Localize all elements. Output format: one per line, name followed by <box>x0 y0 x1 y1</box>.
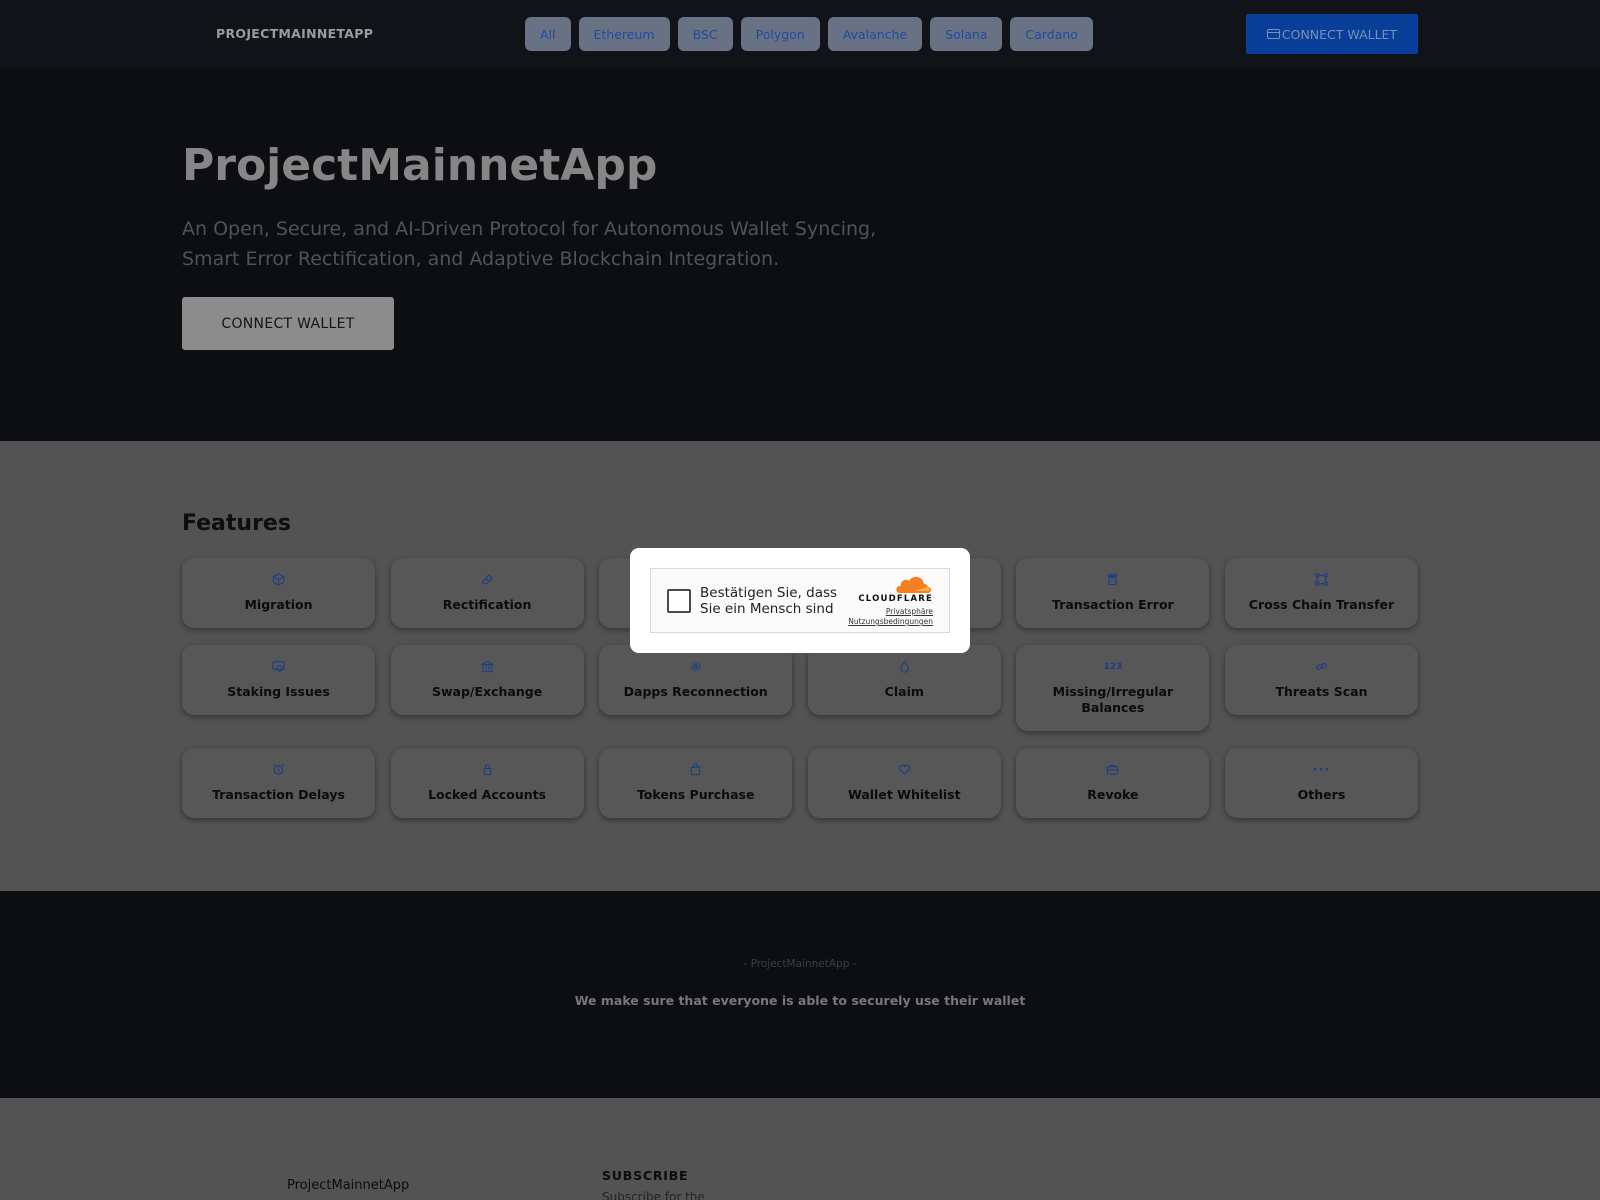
tab-bsc[interactable]: BSC <box>677 17 733 51</box>
chain-tabs: All Ethereum BSC Polygon Avalanche Solan… <box>525 17 1093 51</box>
tab-all[interactable]: All <box>525 17 571 51</box>
feature-card-staking-issues[interactable]: Staking Issues <box>182 645 375 715</box>
hero-section: ProjectMainnetApp An Open, Secure, and A… <box>0 68 1600 441</box>
human-verification-checkbox[interactable] <box>667 589 691 613</box>
feature-card-threats-scan[interactable]: Threats Scan <box>1224 645 1418 715</box>
feature-label: Missing/Irregular Balances <box>1052 684 1174 715</box>
hero-connect-wallet-button[interactable]: CONNECT WALLET <box>182 297 394 350</box>
cloudflare-wordmark: CLOUDFLARE <box>858 594 933 604</box>
feature-label: Dapps Reconnection <box>623 684 768 699</box>
feature-label: Rectification <box>442 597 532 612</box>
feature-label: Transaction Error <box>1052 597 1174 612</box>
bag-icon <box>689 763 702 778</box>
alarm-icon <box>272 763 285 778</box>
feature-label: Others <box>1297 787 1346 802</box>
cloudflare-logo-icon <box>896 576 931 593</box>
gear-icon <box>689 660 702 675</box>
feature-label: Tokens Purchase <box>636 787 755 802</box>
lock-icon <box>481 763 494 778</box>
feature-card-transaction-error[interactable]: Transaction Error <box>1016 558 1210 628</box>
tab-polygon[interactable]: Polygon <box>740 17 820 51</box>
wallet-icon <box>1266 29 1280 39</box>
feature-label: Threats Scan <box>1275 684 1368 699</box>
feature-card-claim[interactable]: Claim <box>807 645 1001 715</box>
mission-tag: - ProjectMainnetApp - <box>743 958 857 970</box>
mission-text: We make sure that everyone is able to se… <box>574 993 1026 1008</box>
subscribe-heading: SUBSCRIBE <box>602 1168 689 1183</box>
coins-icon <box>272 660 285 675</box>
footer: ProjectMainnetApp SUBSCRIBE Subscribe fo… <box>0 1098 1600 1200</box>
nav-logo[interactable]: PROJECTMAINNETAPP <box>216 26 373 41</box>
feature-card-dapps-reconnection[interactable]: Dapps Reconnection <box>599 645 793 715</box>
feature-label: Wallet Whitelist <box>848 787 961 802</box>
feature-card-rectification[interactable]: Rectification <box>390 558 584 628</box>
navbar: PROJECTMAINNETAPP All Ethereum BSC Polyg… <box>0 0 1600 68</box>
feature-card-swap-exchange[interactable]: Swap/Exchange <box>390 645 584 715</box>
nav-connect-wallet-button[interactable]: CONNECT WALLET <box>1246 14 1418 54</box>
feature-card-transaction-delays[interactable]: Transaction Delays <box>182 748 375 818</box>
feature-label: Locked Accounts <box>428 787 547 802</box>
link-icon <box>1315 660 1328 675</box>
mission-section: - ProjectMainnetApp - We make sure that … <box>0 891 1600 1098</box>
eraser-icon <box>481 573 494 588</box>
feature-label: Revoke <box>1087 787 1139 802</box>
feature-label: Staking Issues <box>227 684 330 699</box>
feature-label: Transaction Delays <box>212 787 345 802</box>
feature-card-missing-balances[interactable]: 123 Missing/Irregular Balances <box>1016 645 1210 731</box>
footer-brand: ProjectMainnetApp <box>287 1178 410 1193</box>
hero-title: ProjectMainnetApp <box>182 140 658 191</box>
captcha-modal: Bestätigen Sie, dass Sie ein Mensch sind… <box>630 548 970 653</box>
feature-card-migration[interactable]: Migration <box>182 558 375 628</box>
feature-label: Swap/Exchange <box>432 684 543 699</box>
number-icon: 123 <box>1103 662 1123 672</box>
captcha-widget: Bestätigen Sie, dass Sie ein Mensch sind… <box>650 568 950 633</box>
briefcase-icon <box>1106 763 1119 778</box>
tab-solana[interactable]: Solana <box>930 17 1003 51</box>
tab-ethereum[interactable]: Ethereum <box>578 17 670 51</box>
privacy-link[interactable]: Privatsphäre <box>886 607 933 616</box>
cube-icon <box>272 573 285 588</box>
captcha-prompt: Bestätigen Sie, dass Sie ein Mensch sind <box>700 585 838 617</box>
feature-card-cross-chain-transfer[interactable]: Cross Chain Transfer <box>1224 558 1418 628</box>
feature-label: Claim <box>884 684 924 699</box>
terms-link[interactable]: Nutzungsbedingungen <box>848 617 933 626</box>
feature-card-wallet-whitelist[interactable]: Wallet Whitelist <box>807 748 1001 818</box>
heart-icon <box>898 763 911 778</box>
feature-label: Migration <box>244 597 313 612</box>
features-title: Features <box>182 511 291 536</box>
calculator-icon <box>1106 573 1119 588</box>
bank-icon <box>479 660 495 675</box>
feature-card-tokens-purchase[interactable]: Tokens Purchase <box>599 748 793 818</box>
transfer-icon <box>1315 573 1328 588</box>
hero-subtitle: An Open, Secure, and AI-Driven Protocol … <box>182 218 877 270</box>
drop-icon <box>898 660 911 675</box>
subscribe-text: Subscribe for the <box>602 1190 705 1200</box>
features-section: Features Migration Rectification Transac… <box>0 441 1600 891</box>
feature-card-others[interactable]: ··· Others <box>1224 748 1418 818</box>
feature-card-locked-accounts[interactable]: Locked Accounts <box>390 748 584 818</box>
feature-card-revoke[interactable]: Revoke <box>1016 748 1210 818</box>
tab-avalanche[interactable]: Avalanche <box>827 17 923 51</box>
feature-label: Cross Chain Transfer <box>1248 597 1395 612</box>
ellipsis-icon: ··· <box>1312 763 1331 778</box>
nav-connect-label: CONNECT WALLET <box>1281 26 1398 42</box>
tab-cardano[interactable]: Cardano <box>1010 17 1093 51</box>
